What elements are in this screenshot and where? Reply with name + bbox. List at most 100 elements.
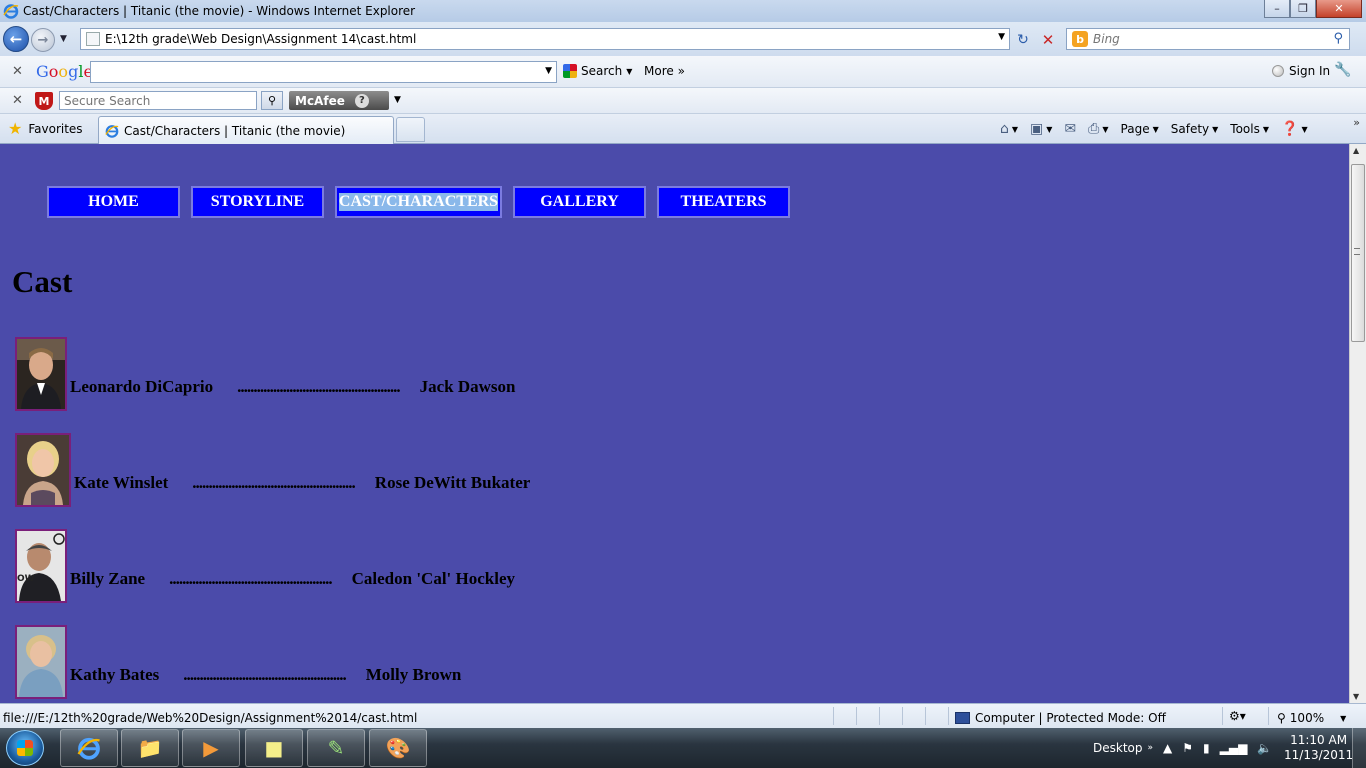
mcafee-shield-icon: M [35, 92, 53, 110]
scroll-down-icon[interactable]: ▼ [1353, 692, 1359, 701]
windows-logo-icon [17, 740, 33, 756]
nav-home[interactable]: HOME [47, 186, 180, 218]
internet-explorer-icon [77, 737, 100, 760]
notepad-icon: ✎ [327, 736, 345, 760]
address-url[interactable]: E:\12th grade\Web Design\Assignment 14\c… [105, 32, 416, 46]
help-icon[interactable]: ? [354, 93, 369, 108]
bing-search-input[interactable] [1093, 32, 1313, 46]
clock[interactable]: 11:10 AM 11/13/2011 [1284, 733, 1353, 763]
cast-row: OW Billy Zane ..........................… [15, 529, 515, 603]
taskbar-sticky-notes[interactable]: ■ [245, 729, 303, 767]
actor-photo [15, 433, 71, 507]
help-menu[interactable]: ❓ ▼ [1275, 119, 1314, 139]
google-icon [563, 64, 577, 78]
mcafee-dropdown-icon[interactable]: ▼ [394, 95, 401, 105]
mcafee-button[interactable]: McAfee ? [289, 91, 389, 110]
feeds-button[interactable]: ▣ ▼ [1024, 119, 1058, 139]
page-menu[interactable]: Page ▼ [1115, 119, 1165, 139]
address-bar[interactable]: E:\12th grade\Web Design\Assignment 14\c… [80, 28, 1010, 50]
network-signal-icon[interactable]: ▂▄▆ [1220, 741, 1248, 755]
cast-row: Leonardo DiCaprio ......................… [15, 337, 515, 411]
browser-tab[interactable]: Cast/Characters | Titanic (the movie) [98, 116, 394, 144]
google-search-button[interactable]: Search ▼ [563, 64, 632, 78]
google-logo: Google [36, 62, 93, 81]
forward-button[interactable]: → [31, 28, 55, 52]
scroll-up-icon[interactable]: ▲ [1353, 146, 1359, 155]
search-icon[interactable]: ⚲ [1333, 31, 1343, 46]
help-icon: ❓ [1281, 121, 1299, 137]
stop-button[interactable]: ✕ [1037, 30, 1059, 50]
home-button[interactable]: ⌂ ▼ [994, 119, 1024, 139]
taskbar-explorer[interactable]: 📁 [121, 729, 179, 767]
start-button[interactable] [6, 730, 44, 766]
window-controls: – ❐ ✕ [1264, 0, 1362, 18]
rss-icon: ▣ [1030, 121, 1044, 137]
taskbar-notepad-plus[interactable]: ✎ [307, 729, 365, 767]
mail-icon: ✉ [1064, 121, 1077, 137]
character-name: Caledon 'Cal' Hockley [351, 569, 516, 588]
security-zone[interactable]: Computer | Protected Mode: Off [955, 711, 1166, 725]
star-icon: ★ [8, 119, 23, 138]
google-search-input[interactable]: ▼ [90, 61, 557, 83]
back-button[interactable]: ← [3, 26, 29, 52]
nav-storyline[interactable]: STORYLINE [191, 186, 324, 218]
google-toolbar-close-icon[interactable]: ✕ [12, 64, 23, 79]
wrench-icon[interactable]: 🔧 [1334, 62, 1351, 78]
taskbar-paint[interactable]: 🎨 [369, 729, 427, 767]
google-toolbar: ✕ Google ▼ Search ▼ More » Sign In 🔧 [0, 56, 1366, 88]
favorites-button[interactable]: ★ Favorites [8, 119, 83, 138]
chevron-down-icon: ▼ [626, 66, 633, 76]
close-button[interactable]: ✕ [1316, 0, 1362, 18]
show-desktop-button[interactable] [1352, 728, 1366, 768]
more-button[interactable]: More » [644, 64, 685, 78]
page-viewport: HOME STORYLINE CAST/CHARACTERS GALLERY T… [0, 144, 1349, 703]
site-nav: HOME STORYLINE CAST/CHARACTERS GALLERY T… [47, 186, 790, 218]
actor-name: Leonardo DiCaprio [70, 377, 214, 396]
actor-name: Kathy Bates [70, 665, 160, 684]
nav-theaters[interactable]: THEATERS [657, 186, 790, 218]
taskbar-media-player[interactable]: ▶ [182, 729, 240, 767]
media-player-icon: ▶ [203, 736, 219, 760]
volume-icon[interactable]: 🔈 [1257, 741, 1272, 755]
print-button[interactable]: ⎙ ▼ [1082, 119, 1114, 139]
chevron-double-icon[interactable]: » [1148, 743, 1154, 753]
vertical-scrollbar[interactable]: ▲ ▼ [1349, 144, 1366, 703]
google-search-dropdown-icon[interactable]: ▼ [545, 66, 552, 76]
status-url: file:///E:/12th%20grade/Web%20Design/Ass… [3, 711, 418, 725]
taskbar-ie[interactable] [60, 729, 118, 767]
action-center-flag-icon[interactable]: ⚑ [1182, 741, 1193, 755]
chevron-right-icon[interactable]: » [1353, 116, 1360, 129]
folder-icon: 📁 [137, 736, 163, 760]
protected-mode-icon[interactable]: ⚙▾ [1229, 709, 1246, 723]
secure-search-input[interactable] [59, 91, 257, 110]
scroll-grip-icon [1354, 248, 1360, 255]
secure-search-button[interactable]: ⚲ [261, 91, 283, 110]
computer-icon [955, 712, 970, 724]
tools-menu[interactable]: Tools ▼ [1224, 119, 1275, 139]
actor-name: Billy Zane [70, 569, 146, 588]
address-dropdown-icon[interactable]: ▼ [998, 32, 1005, 42]
nav-gallery[interactable]: GALLERY [513, 186, 646, 218]
sign-in-button[interactable]: Sign In [1272, 64, 1330, 78]
tab-title: Cast/Characters | Titanic (the movie) [124, 123, 346, 138]
cast-row: Kathy Bates ............................… [15, 625, 461, 699]
zoom-control[interactable]: ⚲ 100% ▼ [1277, 711, 1346, 725]
new-tab-button[interactable] [396, 117, 425, 142]
internet-explorer-icon [105, 124, 119, 138]
svg-text:OW: OW [17, 574, 35, 584]
show-hidden-icons[interactable]: ▲ [1163, 741, 1172, 755]
actor-photo [15, 625, 67, 699]
battery-icon[interactable]: ▮ [1203, 741, 1210, 755]
safety-menu[interactable]: Safety ▼ [1165, 119, 1225, 139]
mcafee-toolbar-close-icon[interactable]: ✕ [12, 93, 23, 108]
bing-search-box[interactable]: b ⚲ [1066, 28, 1350, 50]
sticky-notes-icon: ■ [264, 736, 284, 760]
desktop-toolbar[interactable]: Desktop [1093, 741, 1143, 755]
system-tray: Desktop » ▲ ⚑ ▮ ▂▄▆ 🔈 [1093, 728, 1272, 768]
maximize-button[interactable]: ❐ [1290, 0, 1316, 18]
recent-pages-dropdown[interactable]: ▼ [60, 34, 67, 44]
refresh-button[interactable]: ↻ [1012, 30, 1034, 50]
mail-button[interactable]: ✉ [1058, 119, 1082, 139]
nav-cast-characters[interactable]: CAST/CHARACTERS [335, 186, 502, 218]
minimize-button[interactable]: – [1264, 0, 1290, 18]
